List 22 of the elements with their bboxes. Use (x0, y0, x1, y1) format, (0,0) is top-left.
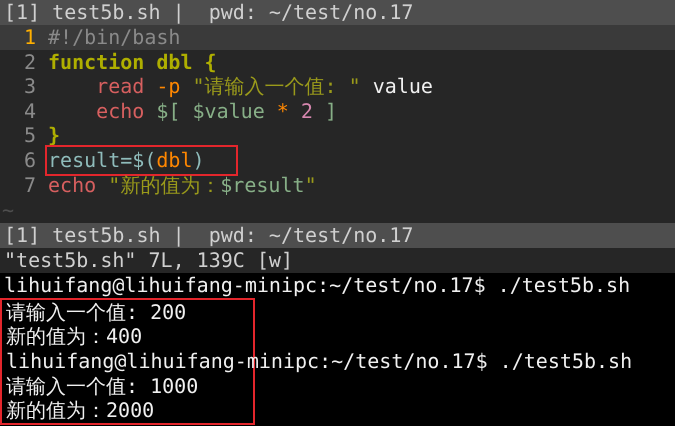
line-number: 2 (22, 50, 37, 74)
terminal-line: 新的值为：2000 (6, 398, 154, 423)
terminal-line: 请输入一个值: 200 (6, 300, 186, 324)
terminal-line: 新的值为：400 (6, 324, 142, 349)
line-number: 7 (22, 172, 37, 198)
line-number: 1 (22, 25, 37, 50)
code-line: #!/bin/bash (48, 25, 180, 50)
code-line: } (48, 123, 60, 148)
line-number: 4 (22, 98, 37, 124)
line-number: 3 (22, 74, 37, 99)
code-line: result=$(dbl) (48, 148, 235, 173)
code-line: echo $[ $value * 2 ] (95, 98, 338, 124)
terminal-line: 请输入一个值: 1000 (6, 374, 198, 398)
code-line: read -p "请输入一个值: " value (95, 74, 433, 99)
code-line: echo "新的值为：$result" (48, 172, 317, 198)
code-line: function dbl { (48, 50, 217, 74)
buffer-title-bar: [1] test5b.sh | pwd: ~/test/no.17 (0, 0, 675, 25)
buffer-title-bar: [1] test5b.sh | pwd: ~/test/no.17 (0, 223, 675, 248)
line-number: 6 (22, 148, 37, 173)
line-number: 5 (22, 123, 37, 148)
terminal-line: lihuifang@lihuifang-minipc:~/test/no.17$ ./test5b.sh (4, 273, 630, 298)
status-message: "test5b.sh" 7L, 139C [w] (0, 248, 675, 274)
